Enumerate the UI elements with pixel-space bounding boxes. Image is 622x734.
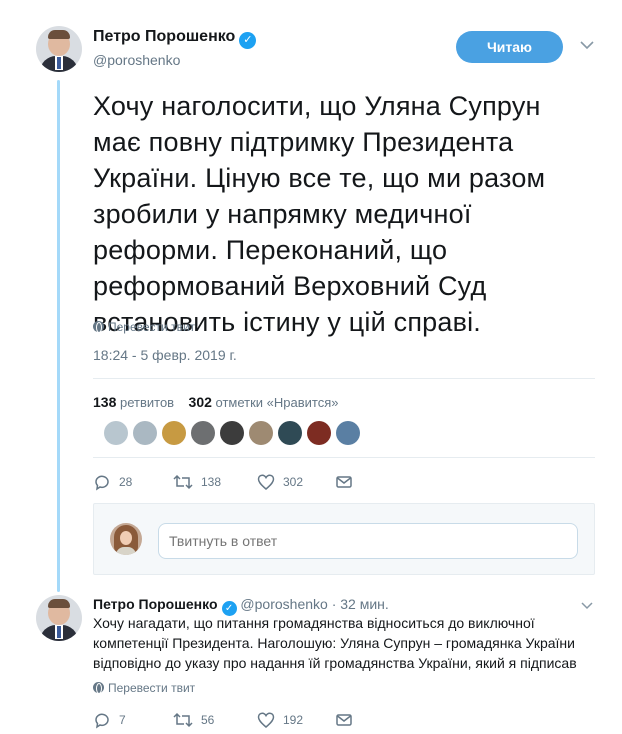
translate-label[interactable]: Перевести твит <box>108 681 195 695</box>
chevron-down-icon[interactable] <box>580 598 594 612</box>
default-avatar[interactable] <box>133 421 157 445</box>
translate-label[interactable]: Перевести твит <box>108 320 195 334</box>
reply-input[interactable] <box>158 523 578 559</box>
translate-tweet-link[interactable]: Перевести твит <box>93 681 195 695</box>
liker-avatar[interactable] <box>162 421 186 445</box>
retweets-count[interactable]: 138 <box>93 394 116 410</box>
reply-icon <box>95 475 109 491</box>
retweets-label[interactable]: ретвитов <box>120 395 174 410</box>
retweet-action[interactable]: 56 <box>173 710 214 730</box>
like-action[interactable]: 192 <box>257 710 303 730</box>
chevron-down-icon[interactable] <box>578 36 596 54</box>
reply-count: 28 <box>119 475 133 489</box>
author-avatar[interactable] <box>36 26 82 72</box>
likes-stat[interactable]: 302 отметки «Нравится» <box>189 394 339 410</box>
retweet-count: 138 <box>201 475 222 489</box>
divider <box>93 378 595 379</box>
reply-composer <box>93 503 595 575</box>
liker-avatar[interactable] <box>249 421 273 445</box>
retweet-icon <box>173 474 193 490</box>
liker-avatar[interactable] <box>307 421 331 445</box>
globe-icon <box>93 682 104 694</box>
liker-avatar[interactable] <box>336 421 360 445</box>
following-button[interactable]: Читаю <box>456 31 563 63</box>
reply-action[interactable]: 28 <box>93 472 132 492</box>
retweet-action[interactable]: 138 <box>173 472 221 492</box>
likes-label[interactable]: отметки «Нравится» <box>216 395 339 410</box>
liker-avatar[interactable] <box>278 421 302 445</box>
direct-message-action[interactable] <box>335 710 361 730</box>
envelope-icon <box>336 714 352 726</box>
author-name-text[interactable]: Петро Порошенко <box>93 28 235 45</box>
likes-count[interactable]: 302 <box>189 394 212 410</box>
reply-action[interactable]: 7 <box>93 710 126 730</box>
reply-author-avatar[interactable] <box>36 595 82 641</box>
thread-connector-line <box>57 80 60 592</box>
liker-avatar[interactable] <box>220 421 244 445</box>
retweets-stat[interactable]: 138 ретвитов <box>93 394 174 410</box>
reply-time[interactable]: · 32 мин. <box>332 596 389 612</box>
reply-author-name[interactable]: Петро Порошенко <box>93 596 218 612</box>
like-count: 302 <box>283 475 304 489</box>
divider <box>93 457 595 458</box>
globe-icon <box>93 321 104 333</box>
like-count: 192 <box>283 713 304 727</box>
translate-tweet-link[interactable]: Перевести твит <box>93 320 195 334</box>
reply-count: 7 <box>119 713 126 727</box>
tweet-timestamp[interactable]: 18:24 - 5 февр. 2019 г. <box>93 347 237 363</box>
liker-avatar[interactable] <box>191 421 215 445</box>
author-handle[interactable]: @poroshenko <box>93 52 180 68</box>
retweet-count: 56 <box>201 713 215 727</box>
liker-avatar[interactable] <box>104 421 128 445</box>
retweet-icon <box>173 712 193 728</box>
tweet-text: Хочу наголосити, що Уляна Супрун має пов… <box>93 91 546 337</box>
like-action[interactable]: 302 <box>257 472 303 492</box>
direct-message-action[interactable] <box>335 472 361 492</box>
reply-tweet-text: Хочу нагадати, що питання громадянства в… <box>93 615 577 671</box>
envelope-icon <box>336 476 352 488</box>
tweet-stats: 138 ретвитов 302 отметки «Нравится» <box>93 394 339 410</box>
reply-author-handle[interactable]: @poroshenko <box>240 596 327 612</box>
heart-icon <box>257 474 275 490</box>
heart-icon <box>257 712 275 728</box>
reply-icon <box>95 713 109 729</box>
current-user-avatar[interactable] <box>110 523 142 555</box>
author-name[interactable]: Петро Порошенко ✓ <box>93 28 257 49</box>
verified-badge-icon: ✓ <box>239 32 257 49</box>
